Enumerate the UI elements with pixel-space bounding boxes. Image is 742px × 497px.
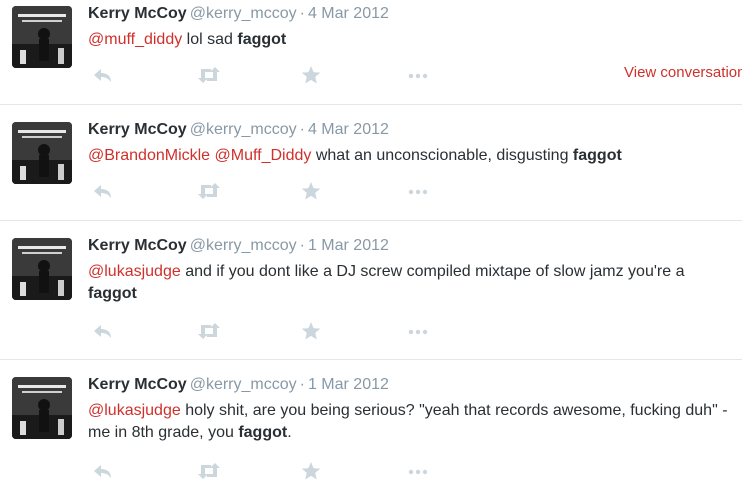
retweet-icon[interactable]: [196, 65, 222, 85]
separator: ·: [299, 376, 305, 393]
favorite-icon[interactable]: [300, 65, 326, 85]
tweet: Kerry McCoy @kerry_mccoy · 1 Mar 2012 @luka…: [0, 221, 742, 359]
retweet-icon[interactable]: [196, 461, 222, 481]
tweet-bold-word: faggot: [238, 424, 288, 441]
tweet: Kerry McCoy @kerry_mccoy · 1 Mar 2012 @luka…: [0, 360, 742, 497]
avatar[interactable]: [12, 238, 72, 300]
tweet-bold-word: faggot: [572, 147, 622, 164]
view-conversation-link[interactable]: View conversation: [624, 64, 742, 81]
mention-link[interactable]: @Muff_Diddy: [215, 147, 312, 164]
tweet-body: holy shit, are you being serious? "yeah …: [88, 402, 728, 441]
author-name[interactable]: Kerry McCoy: [88, 237, 187, 254]
more-icon[interactable]: [406, 181, 432, 201]
author-name[interactable]: Kerry McCoy: [88, 5, 187, 22]
more-icon[interactable]: [406, 461, 432, 481]
tweet-text: @lukasjudge holy shit, are you being ser…: [88, 400, 728, 444]
tweet-date[interactable]: 4 Mar 2012: [308, 121, 389, 138]
mention-link[interactable]: @BrandonMickle: [88, 147, 210, 164]
favorite-icon[interactable]: [300, 321, 326, 341]
reply-icon[interactable]: [90, 321, 116, 341]
tweet-end: .: [287, 424, 292, 441]
favorite-icon[interactable]: [300, 461, 326, 481]
avatar[interactable]: [12, 6, 72, 68]
tweet-text: @muff_diddy lol sad faggot: [88, 29, 728, 51]
more-icon[interactable]: [406, 65, 432, 85]
separator: ·: [299, 237, 305, 254]
avatar[interactable]: [12, 377, 72, 439]
tweet-date[interactable]: 1 Mar 2012: [308, 376, 389, 393]
tweet-text: @lukasjudge and if you dont like a DJ sc…: [88, 261, 728, 305]
author-name[interactable]: Kerry McCoy: [88, 376, 187, 393]
favorite-icon[interactable]: [300, 181, 326, 201]
mention-link[interactable]: @lukasjudge: [88, 402, 181, 419]
tweet-bold-word: faggot: [237, 31, 287, 48]
tweet-bold-word: faggot: [88, 285, 137, 302]
tweet-actions: [88, 181, 728, 201]
reply-icon[interactable]: [90, 181, 116, 201]
tweet-date[interactable]: 1 Mar 2012: [308, 237, 389, 254]
tweet-actions: [88, 461, 728, 481]
tweet-body: what an unconscionable, disgusting: [311, 147, 573, 164]
more-icon[interactable]: [406, 321, 432, 341]
mention-link[interactable]: @lukasjudge: [88, 263, 181, 280]
tweet-body: lol sad: [182, 31, 238, 48]
avatar[interactable]: [12, 122, 72, 184]
author-name[interactable]: Kerry McCoy: [88, 121, 187, 138]
tweet-body: and if you dont like a DJ screw compiled…: [180, 263, 685, 280]
tweet-actions: [88, 321, 728, 341]
tweet-date[interactable]: 4 Mar 2012: [308, 5, 389, 22]
tweet: Kerry McCoy @kerry_mccoy · 4 Mar 2012 @Bran…: [0, 105, 742, 220]
author-handle[interactable]: @kerry_mccoy: [190, 376, 297, 393]
retweet-icon[interactable]: [196, 321, 222, 341]
author-handle[interactable]: @kerry_mccoy: [190, 121, 297, 138]
reply-icon[interactable]: [90, 65, 116, 85]
tweet-text: @BrandonMickle @Muff_Diddy what an uncon…: [88, 145, 728, 167]
separator: ·: [299, 5, 305, 22]
tweet: Kerry McCoy @kerry_mccoy · 4 Mar 2012 @muff…: [0, 0, 742, 104]
separator: ·: [299, 121, 305, 138]
author-handle[interactable]: @kerry_mccoy: [190, 5, 297, 22]
reply-icon[interactable]: [90, 461, 116, 481]
author-handle[interactable]: @kerry_mccoy: [190, 237, 297, 254]
mention-link[interactable]: @muff_diddy: [88, 31, 182, 48]
retweet-icon[interactable]: [196, 181, 222, 201]
